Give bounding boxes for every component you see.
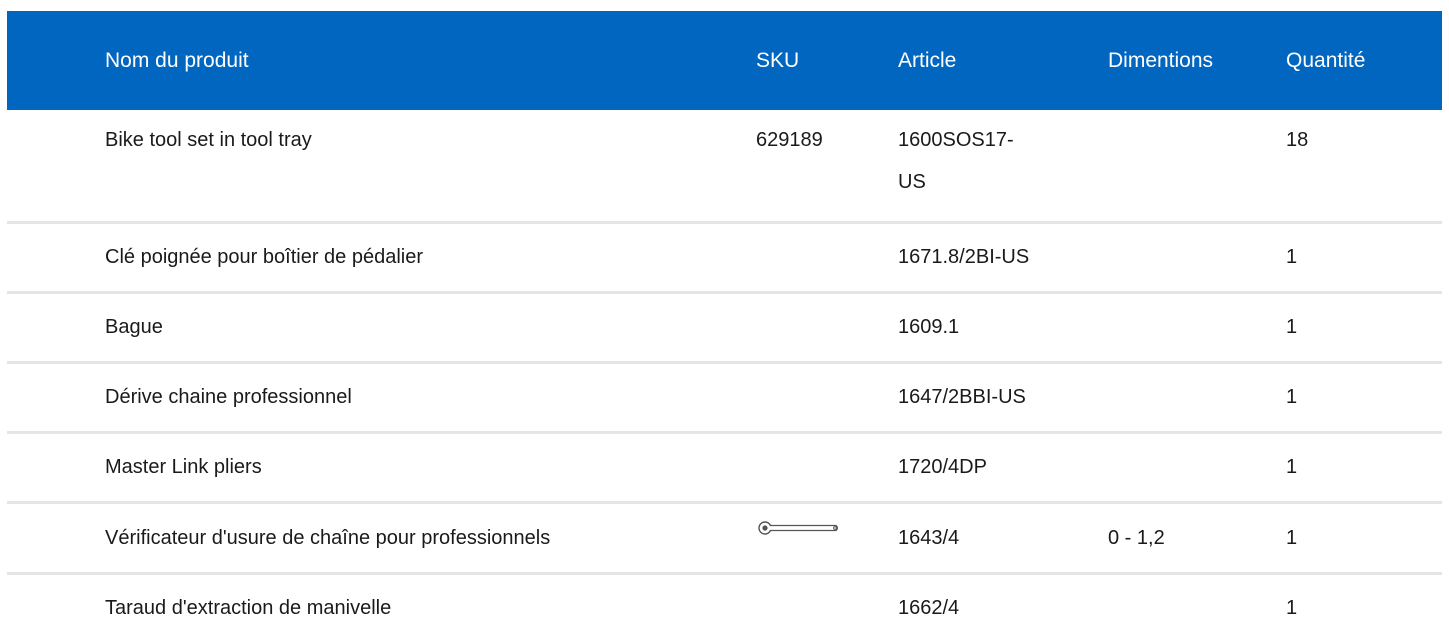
product-name: Clé poignée pour boîtier de pédalier [105, 245, 423, 268]
table-body: Bike tool set in tool tray 629189 1600SO… [7, 110, 1442, 633]
product-quantity: 1 [1286, 596, 1298, 619]
table-header: Nom du produit SKU Article Dimentions Qu… [7, 11, 1442, 110]
table-row: Bike tool set in tool tray 629189 1600SO… [7, 110, 1442, 224]
product-quantity: 1 [1286, 455, 1298, 478]
product-quantity: 1 [1286, 385, 1298, 408]
product-quantity: 1 [1286, 245, 1298, 268]
column-header-dimensions: Dimentions [1108, 48, 1214, 72]
product-name: Dérive chaine professionnel [105, 385, 352, 408]
product-quantity: 18 [1286, 129, 1309, 151]
table-row: Vérificateur d'usure de chaîne pour prof… [7, 502, 1442, 575]
product-sku: 629189 [756, 129, 823, 151]
product-dimensions: 0 - 1,2 [1108, 526, 1165, 549]
product-name: Master Link pliers [105, 455, 262, 478]
product-article: 1600SOS17- US [898, 119, 1108, 203]
header-row: Nom du produit SKU Article Dimentions Qu… [7, 11, 1442, 110]
product-article: 1609.1 [898, 315, 960, 338]
table-row: Clé poignée pour boîtier de pédalier 167… [7, 222, 1442, 294]
product-quantity: 1 [1286, 526, 1298, 549]
column-header-sku: SKU [756, 48, 800, 72]
table-row: Master Link pliers 1720/4DP 1 [7, 432, 1442, 504]
product-article-line: 1600SOS17- [898, 129, 1014, 151]
table-row: Dérive chaine professionnel 1647/2BBI-US… [7, 362, 1442, 434]
column-header-article: Article [898, 48, 957, 72]
product-article: 1662/4 [898, 596, 960, 619]
chain-wear-checker-tool-icon [756, 509, 840, 551]
product-name: Taraud d'extraction de manivelle [105, 596, 392, 619]
product-table: Nom du produit SKU Article Dimentions Qu… [7, 11, 1442, 633]
product-article-line: US [898, 171, 926, 193]
product-article: 1647/2BBI-US [898, 385, 1026, 408]
product-name: Bague [105, 315, 163, 338]
product-article: 1671.8/2BI-US [898, 245, 1030, 268]
column-header-quantity: Quantité [1286, 48, 1366, 72]
product-article: 1643/4 [898, 526, 960, 549]
table-row: Bague 1609.1 1 [7, 292, 1442, 364]
product-name: Vérificateur d'usure de chaîne pour prof… [105, 526, 551, 549]
product-table-container: Nom du produit SKU Article Dimentions Qu… [7, 11, 1442, 633]
column-header-name: Nom du produit [105, 48, 249, 72]
table-row: Taraud d'extraction de manivelle 1662/4 … [7, 573, 1442, 633]
product-quantity: 1 [1286, 315, 1298, 338]
product-article: 1720/4DP [898, 455, 987, 478]
product-name: Bike tool set in tool tray [105, 129, 312, 151]
